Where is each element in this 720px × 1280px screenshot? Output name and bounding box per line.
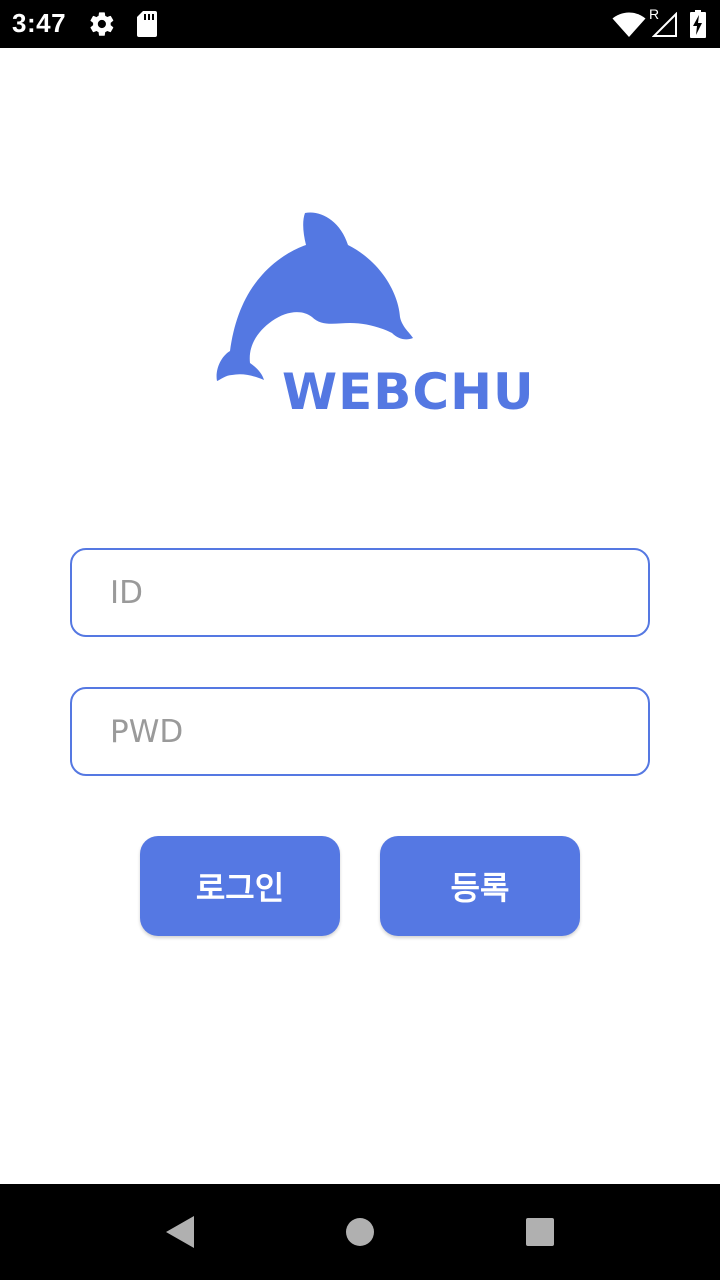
app-logo: WEBCHU bbox=[210, 205, 534, 421]
password-input[interactable] bbox=[110, 689, 630, 774]
wifi-icon bbox=[612, 12, 646, 38]
id-input[interactable] bbox=[110, 550, 630, 635]
home-button[interactable] bbox=[320, 1184, 400, 1280]
password-field[interactable] bbox=[70, 687, 650, 776]
battery-charging-icon bbox=[690, 10, 706, 38]
gear-icon bbox=[88, 10, 116, 38]
recents-icon bbox=[526, 1218, 554, 1246]
sd-card-icon bbox=[136, 10, 158, 38]
status-time: 3:47 bbox=[12, 8, 67, 38]
navigation-bar bbox=[0, 1184, 720, 1280]
recents-button[interactable] bbox=[500, 1184, 580, 1280]
home-icon bbox=[346, 1218, 374, 1246]
logo-text: WEBCHU bbox=[282, 363, 535, 421]
signal-icon bbox=[652, 12, 678, 38]
status-bar: 3:47 R bbox=[0, 0, 720, 48]
back-icon bbox=[166, 1216, 194, 1248]
id-field[interactable] bbox=[70, 548, 650, 637]
back-button[interactable] bbox=[140, 1184, 220, 1280]
login-button[interactable]: 로그인 bbox=[140, 836, 340, 936]
register-button[interactable]: 등록 bbox=[380, 836, 580, 936]
